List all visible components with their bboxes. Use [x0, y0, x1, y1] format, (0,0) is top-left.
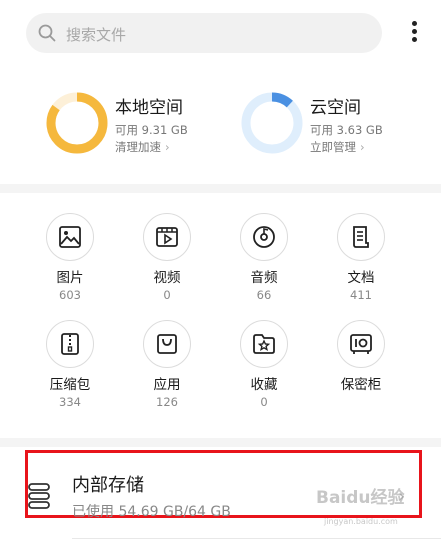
search-icon: [38, 24, 56, 42]
category-label: 压缩包: [49, 377, 91, 393]
category-images[interactable]: 图片 603: [25, 213, 115, 302]
category-apps[interactable]: 应用 126: [122, 320, 212, 409]
local-storage-available: 可用 9.31 GB: [115, 123, 188, 137]
row-divider: [72, 538, 441, 539]
search-bar[interactable]: 搜索文件: [26, 13, 382, 53]
video-icon: [156, 227, 178, 247]
cloud-storage-card[interactable]: 云空间 可用 3.63 GB 立即管理 ›: [240, 91, 420, 155]
category-count: 411: [350, 288, 372, 302]
image-icon: [59, 226, 81, 248]
safe-icon: [350, 334, 372, 354]
category-label: 音频: [250, 270, 278, 286]
category-count: 334: [59, 395, 81, 409]
cloud-storage-available: 可用 3.63 GB: [310, 123, 383, 137]
category-videos[interactable]: 视频 0: [122, 213, 212, 302]
more-vertical-icon[interactable]: [404, 18, 424, 48]
category-documents[interactable]: 文档 411: [316, 213, 406, 302]
category-archives[interactable]: 压缩包 334: [25, 320, 115, 409]
clean-speedup-link[interactable]: 清理加速 ›: [115, 139, 170, 155]
category-audio[interactable]: 音频 66: [219, 213, 309, 302]
local-storage-ring: [46, 92, 108, 154]
chevron-right-icon: ›: [360, 140, 365, 154]
category-label: 文档: [347, 270, 375, 286]
category-label: 应用: [153, 377, 181, 393]
music-disc-icon: [253, 226, 275, 248]
cloud-storage-ring: [241, 92, 303, 154]
category-count: 66: [256, 288, 272, 302]
document-icon: [353, 226, 369, 248]
section-divider: [0, 184, 441, 193]
app-bag-icon: [157, 334, 177, 354]
internal-storage-usage: 已使用 54.69 GB/64 GB: [72, 504, 231, 520]
category-label: 保密柜: [340, 377, 382, 393]
category-favorites[interactable]: 收藏 0: [219, 320, 309, 409]
manage-now-link[interactable]: 立即管理 ›: [310, 139, 365, 155]
star-folder-icon: [253, 334, 275, 354]
zip-icon: [61, 333, 79, 355]
chevron-right-icon: ›: [165, 140, 170, 154]
internal-storage-title: 内部存储: [72, 475, 144, 496]
category-count: 126: [156, 395, 178, 409]
category-label: 视频: [153, 270, 181, 286]
category-count: 603: [59, 288, 81, 302]
category-safe[interactable]: 保密柜: [316, 320, 406, 396]
storage-icon: [28, 483, 50, 509]
category-count: 0: [260, 395, 268, 409]
category-label: 收藏: [250, 377, 278, 393]
baidu-watermark: Baidu经验 jingyan.baidu.com: [316, 488, 405, 526]
local-storage-title: 本地空间: [115, 98, 183, 118]
category-count: 0: [163, 288, 171, 302]
local-storage-card[interactable]: 本地空间 可用 9.31 GB 清理加速 ›: [45, 91, 225, 155]
cloud-storage-title: 云空间: [310, 98, 361, 118]
section-divider: [0, 438, 441, 447]
search-placeholder: 搜索文件: [66, 26, 127, 44]
category-label: 图片: [56, 270, 84, 286]
